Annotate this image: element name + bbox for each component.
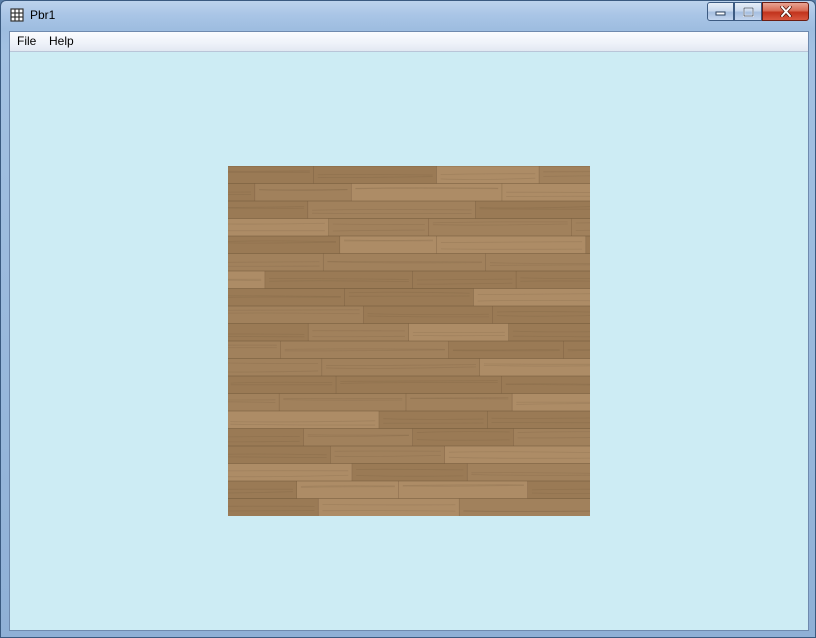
wood-plank-texture: [228, 166, 590, 516]
close-icon: [779, 6, 792, 17]
minimize-button[interactable]: [707, 2, 734, 21]
minimize-icon: [715, 11, 726, 16]
menu-file[interactable]: File: [14, 34, 39, 48]
maximize-icon: [742, 6, 754, 17]
wood-plank-image: [228, 166, 590, 516]
app-grid-icon: [10, 8, 24, 22]
maximize-button[interactable]: [734, 2, 762, 21]
title-bar[interactable]: Pbr1: [1, 1, 815, 29]
close-button[interactable]: [762, 2, 809, 21]
menu-help[interactable]: Help: [46, 34, 77, 48]
app-window: Pbr1 File Help: [0, 0, 816, 638]
menu-bar: File Help: [10, 32, 808, 52]
client-area: File Help: [9, 31, 809, 631]
window-title: Pbr1: [30, 8, 56, 22]
